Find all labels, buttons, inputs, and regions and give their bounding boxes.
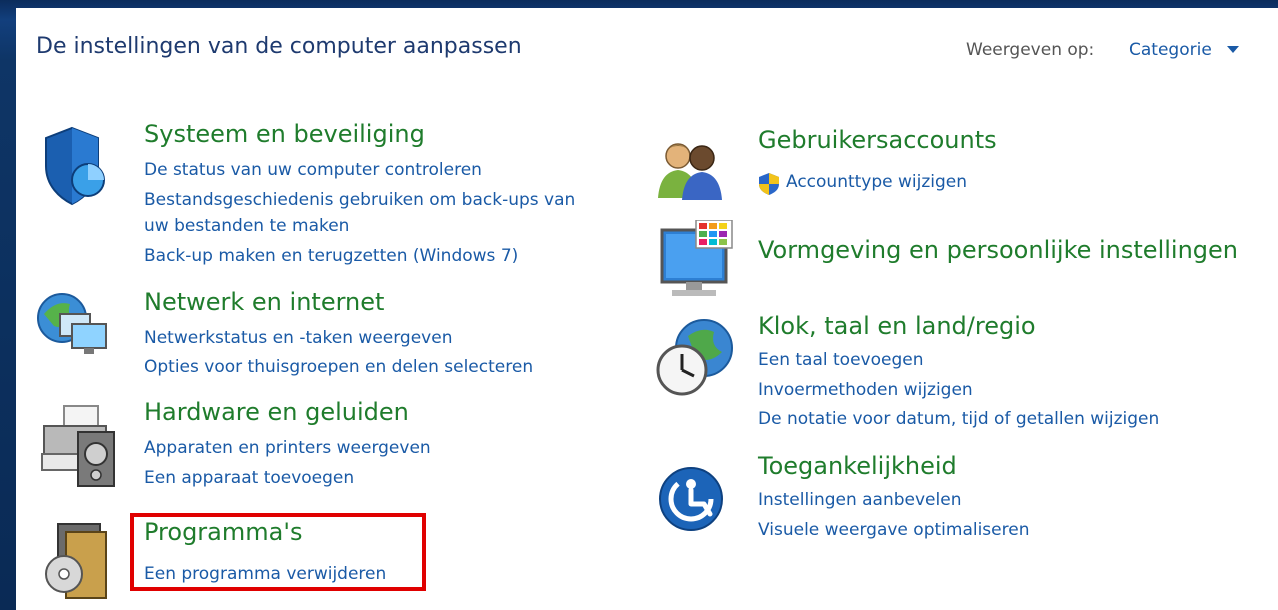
users-icon[interactable] [656, 134, 726, 204]
programs-icon[interactable] [42, 518, 114, 602]
uac-shield-icon [759, 173, 779, 195]
link-status-controleren[interactable]: De status van uw computer controleren [144, 160, 482, 180]
clock-globe-icon[interactable] [652, 316, 736, 400]
view-by-dropdown[interactable]: Categorie [1129, 40, 1212, 60]
link-apparaat-toevoegen[interactable]: Een apparaat toevoegen [144, 468, 354, 488]
link-visuele-weergave[interactable]: Visuele weergave optimaliseren [758, 520, 1029, 540]
category-title[interactable]: Vormgeving en persoonlijke instellingen [758, 236, 1238, 264]
link-netwerkstatus[interactable]: Netwerkstatus en -taken weergeven [144, 328, 452, 348]
link-bestandsgeschiedenis-cont[interactable]: uw bestanden te maken [144, 216, 349, 236]
link-thuisgroepen[interactable]: Opties voor thuisgroepen en delen select… [144, 357, 533, 377]
shield-icon[interactable] [38, 124, 106, 208]
highlight-box [130, 513, 426, 591]
monitor-icon[interactable] [656, 220, 736, 302]
category-title[interactable]: Hardware en geluiden [144, 398, 409, 426]
link-instellingen-aanbevelen[interactable]: Instellingen aanbevelen [758, 490, 961, 510]
printer-icon[interactable] [38, 402, 122, 490]
link-notatie-datum[interactable]: De notatie voor datum, tijd of getallen … [758, 409, 1159, 429]
category-title[interactable]: Klok, taal en land/regio [758, 312, 1036, 340]
page-title: De instellingen van de computer aanpasse… [36, 34, 522, 59]
network-icon[interactable] [36, 290, 116, 362]
chevron-down-icon[interactable] [1227, 46, 1239, 53]
link-bestandsgeschiedenis[interactable]: Bestandsgeschiedenis gebruiken om back-u… [144, 190, 575, 210]
view-by-label: Weergeven op: [966, 40, 1095, 60]
link-taal-toevoegen[interactable]: Een taal toevoegen [758, 350, 923, 370]
category-title[interactable]: Toegankelijkheid [758, 452, 957, 480]
control-panel-window: De instellingen van de computer aanpasse… [16, 8, 1278, 610]
link-accounttype-wijzigen[interactable]: Accounttype wijzigen [786, 172, 967, 192]
link-backup-windows7[interactable]: Back-up maken en terugzetten (Windows 7) [144, 246, 518, 266]
category-title[interactable]: Gebruikersaccounts [758, 126, 997, 154]
category-title[interactable]: Netwerk en internet [144, 288, 384, 316]
category-title[interactable]: Systeem en beveiliging [144, 120, 425, 148]
link-invoermethoden[interactable]: Invoermethoden wijzigen [758, 380, 973, 400]
accessibility-icon[interactable] [658, 466, 724, 532]
link-apparaten-printers[interactable]: Apparaten en printers weergeven [144, 438, 431, 458]
